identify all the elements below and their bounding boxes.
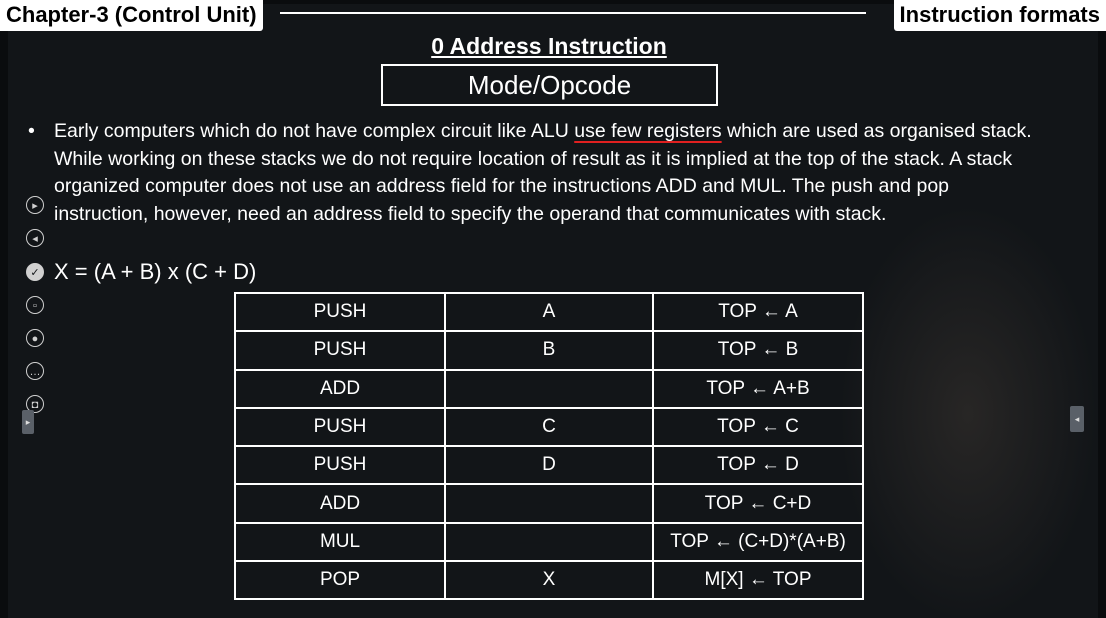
table-row: ADD TOP ← C+D	[234, 483, 864, 524]
opcode-cell: ADD	[234, 368, 446, 409]
operand-cell: B	[444, 330, 654, 371]
operand-cell	[444, 368, 654, 409]
action-cell: TOP ← D	[652, 445, 864, 486]
action-cell: TOP ← B	[652, 330, 864, 371]
opcode-cell: PUSH	[234, 291, 446, 333]
action-cell: TOP ← (C+D)*(A+B)	[652, 521, 864, 563]
operand-cell: X	[444, 560, 654, 601]
stack-instruction-table: PUSH A TOP ← A PUSH B TOP ← B ADD TOP ← …	[234, 291, 864, 601]
action-cell: M[X] ← TOP	[652, 560, 864, 601]
opcode-cell: MUL	[234, 521, 446, 563]
operand-cell: A	[444, 291, 654, 333]
camera-icon[interactable]: ●	[26, 329, 44, 347]
operand-cell: D	[444, 445, 654, 486]
action-cell: TOP ← C	[652, 406, 864, 448]
action-cell: TOP ← A	[652, 291, 864, 333]
opcode-cell: PUSH	[234, 445, 446, 486]
action-cell: TOP ← C+D	[652, 483, 864, 524]
opcode-cell: ADD	[234, 483, 446, 524]
section-title: 0 Address Instruction	[431, 33, 667, 59]
table-row: ADD TOP ← A+B	[234, 368, 864, 409]
rewind-icon[interactable]: ◂	[26, 229, 44, 247]
presenter-reflection	[838, 204, 1098, 618]
table-row: PUSH B TOP ← B	[234, 330, 864, 371]
operand-cell	[444, 483, 654, 524]
table-row: PUSH D TOP ← D	[234, 445, 864, 486]
bullet-text: Early computers which do not have comple…	[54, 118, 1038, 228]
header-divider	[280, 12, 866, 14]
expression: X = (A + B) x (C + D)	[54, 259, 257, 284]
more-icon[interactable]: …	[26, 362, 44, 380]
left-panel-toggle-icon[interactable]: ▸	[22, 410, 34, 434]
opcode-cell: PUSH	[234, 406, 446, 448]
copy-icon[interactable]: ▫	[26, 296, 44, 314]
topic-label: Instruction formats	[893, 0, 1106, 31]
table-row: MUL TOP ← (C+D)*(A+B)	[234, 521, 864, 563]
table-row: PUSH C TOP ← C	[234, 406, 864, 448]
instruction-format-box: Mode/Opcode	[381, 64, 718, 106]
action-cell: TOP ← A+B	[652, 368, 864, 409]
chapter-label: Chapter-3 (Control Unit)	[0, 0, 263, 31]
operand-cell	[444, 521, 654, 563]
table-row: POP X M[X] ← TOP	[234, 560, 864, 601]
bullet-marker: •	[28, 120, 35, 142]
opcode-cell: POP	[234, 560, 446, 601]
bullet-paragraph: • Early computers which do not have comp…	[28, 118, 1038, 228]
play-icon[interactable]: ▸	[26, 196, 44, 214]
bullet-text-part1: Early computers which do not have comple…	[54, 120, 575, 142]
operand-cell: C	[444, 406, 654, 448]
opcode-cell: PUSH	[234, 330, 446, 371]
right-panel-toggle-icon[interactable]: ◂	[1070, 406, 1084, 432]
table-row: PUSH A TOP ← A	[234, 291, 864, 333]
bullet-text-underlined: use few registers	[574, 120, 722, 142]
check-icon[interactable]: ✓	[26, 263, 44, 281]
